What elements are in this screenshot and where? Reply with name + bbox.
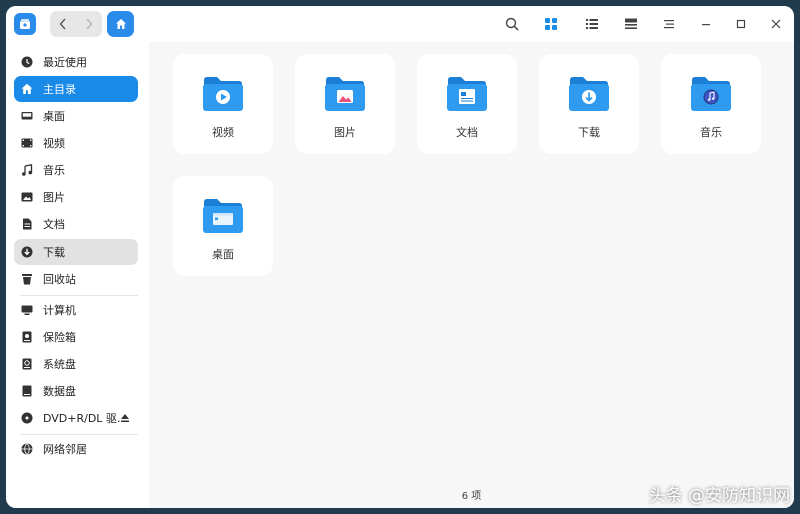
folder-icon bbox=[690, 76, 732, 112]
sidebar-item-vault[interactable]: 保险箱 bbox=[14, 324, 138, 350]
sidebar-item-desktop[interactable]: 桌面 bbox=[14, 103, 138, 129]
sidebar: 最近使用 主目录 桌面 视频 音乐 图片 文档 下载 回收站 计算机 保险箱 系… bbox=[6, 42, 149, 508]
back-button[interactable] bbox=[50, 11, 76, 37]
sidebar-item-dvd-drive[interactable]: DVD+R/DL 驱… bbox=[14, 405, 138, 431]
minimize-button[interactable] bbox=[694, 12, 718, 36]
sidebar-item-label: 数据盘 bbox=[43, 385, 76, 398]
sidebar-item-label: 桌面 bbox=[43, 110, 65, 123]
app-logo-icon bbox=[14, 13, 36, 35]
trash-icon bbox=[21, 273, 33, 285]
sidebar-item-system-disk[interactable]: 系统盘 bbox=[14, 351, 138, 377]
sidebar-item-label: 最近使用 bbox=[43, 56, 87, 69]
computer-icon bbox=[21, 304, 33, 316]
sidebar-item-videos[interactable]: 视频 bbox=[14, 130, 138, 156]
clock-icon bbox=[21, 56, 33, 68]
sidebar-item-label: 音乐 bbox=[43, 164, 65, 177]
document-icon bbox=[21, 218, 33, 230]
home-icon bbox=[115, 19, 126, 29]
download-icon bbox=[21, 246, 33, 258]
folder-icon bbox=[202, 76, 244, 112]
sidebar-item-home[interactable]: 主目录 bbox=[14, 76, 138, 102]
file-view: 视频 图片 文档 下载 音乐 桌面 6 项 bbox=[149, 42, 794, 508]
sidebar-item-label: 回收站 bbox=[43, 273, 76, 286]
sidebar-item-label: 文档 bbox=[43, 218, 65, 231]
folder-label: 视频 bbox=[212, 126, 234, 139]
close-button[interactable] bbox=[764, 12, 788, 36]
sidebar-item-downloads[interactable]: 下载 bbox=[14, 239, 138, 265]
folder-music[interactable]: 音乐 bbox=[661, 54, 761, 154]
disk-icon bbox=[21, 385, 33, 397]
vault-icon bbox=[21, 331, 33, 343]
folder-label: 下载 bbox=[578, 126, 600, 139]
sidebar-item-label: 系统盘 bbox=[43, 358, 76, 371]
picture-icon bbox=[21, 191, 33, 203]
folder-downloads[interactable]: 下载 bbox=[539, 54, 639, 154]
file-manager-window: 最近使用 主目录 桌面 视频 音乐 图片 文档 下载 回收站 计算机 保险箱 系… bbox=[6, 6, 794, 508]
folder-pictures[interactable]: 图片 bbox=[295, 54, 395, 154]
eject-icon[interactable] bbox=[120, 412, 130, 424]
sidebar-item-label: DVD+R/DL 驱… bbox=[43, 412, 128, 425]
sidebar-divider bbox=[20, 434, 138, 435]
detail-view-button[interactable] bbox=[619, 12, 643, 36]
minimize-icon bbox=[702, 24, 710, 26]
close-icon bbox=[771, 19, 781, 29]
sidebar-item-label: 图片 bbox=[43, 191, 65, 204]
icon-view-button[interactable] bbox=[539, 12, 563, 36]
folder-icon bbox=[324, 76, 366, 112]
folder-icon bbox=[202, 198, 244, 234]
music-icon bbox=[21, 164, 33, 176]
sidebar-item-recent[interactable]: 最近使用 bbox=[14, 49, 138, 75]
list-view-button[interactable] bbox=[580, 12, 604, 36]
search-button[interactable] bbox=[500, 12, 524, 36]
maximize-button[interactable] bbox=[729, 12, 753, 36]
optical-drive-icon bbox=[21, 412, 33, 424]
maximize-icon bbox=[736, 19, 746, 29]
sidebar-item-network[interactable]: 网络邻居 bbox=[14, 436, 138, 462]
network-icon bbox=[21, 443, 33, 455]
menu-button[interactable] bbox=[657, 12, 681, 36]
folder-documents[interactable]: 文档 bbox=[417, 54, 517, 154]
forward-button[interactable] bbox=[76, 11, 102, 37]
navigation-buttons bbox=[50, 11, 102, 37]
folder-icon bbox=[446, 76, 488, 112]
breadcrumb-home-button[interactable] bbox=[107, 11, 134, 37]
forward-icon bbox=[86, 18, 93, 30]
sidebar-item-label: 视频 bbox=[43, 137, 65, 150]
folder-videos[interactable]: 视频 bbox=[173, 54, 273, 154]
search-icon bbox=[505, 17, 519, 31]
folder-label: 图片 bbox=[334, 126, 356, 139]
folder-label: 文档 bbox=[456, 126, 478, 139]
sidebar-divider bbox=[20, 295, 138, 296]
folder-icon bbox=[568, 76, 610, 112]
sidebar-item-label: 下载 bbox=[43, 246, 65, 259]
sidebar-item-label: 主目录 bbox=[43, 83, 76, 96]
sidebar-item-label: 保险箱 bbox=[43, 331, 76, 344]
sidebar-item-documents[interactable]: 文档 bbox=[14, 211, 138, 237]
folder-desktop[interactable]: 桌面 bbox=[173, 176, 273, 276]
back-icon bbox=[59, 18, 66, 30]
sidebar-item-label: 计算机 bbox=[43, 304, 76, 317]
folder-label: 音乐 bbox=[700, 126, 722, 139]
sidebar-item-trash[interactable]: 回收站 bbox=[14, 266, 138, 292]
list-view-icon bbox=[586, 19, 598, 29]
sidebar-item-computer[interactable]: 计算机 bbox=[14, 297, 138, 323]
sidebar-item-pictures[interactable]: 图片 bbox=[14, 184, 138, 210]
sidebar-item-label: 网络邻居 bbox=[43, 443, 87, 456]
title-bar bbox=[6, 6, 794, 42]
video-icon bbox=[21, 137, 33, 149]
watermark-text: 头条 @安防知识网 bbox=[648, 486, 790, 506]
folder-label: 桌面 bbox=[212, 248, 234, 261]
disk-icon bbox=[21, 358, 33, 370]
sidebar-item-music[interactable]: 音乐 bbox=[14, 157, 138, 183]
home-icon bbox=[21, 83, 33, 95]
desktop-icon bbox=[21, 110, 33, 122]
detail-view-icon bbox=[625, 18, 637, 29]
icon-view-icon bbox=[545, 18, 557, 30]
sidebar-item-data-disk[interactable]: 数据盘 bbox=[14, 378, 138, 404]
menu-icon bbox=[664, 20, 674, 29]
